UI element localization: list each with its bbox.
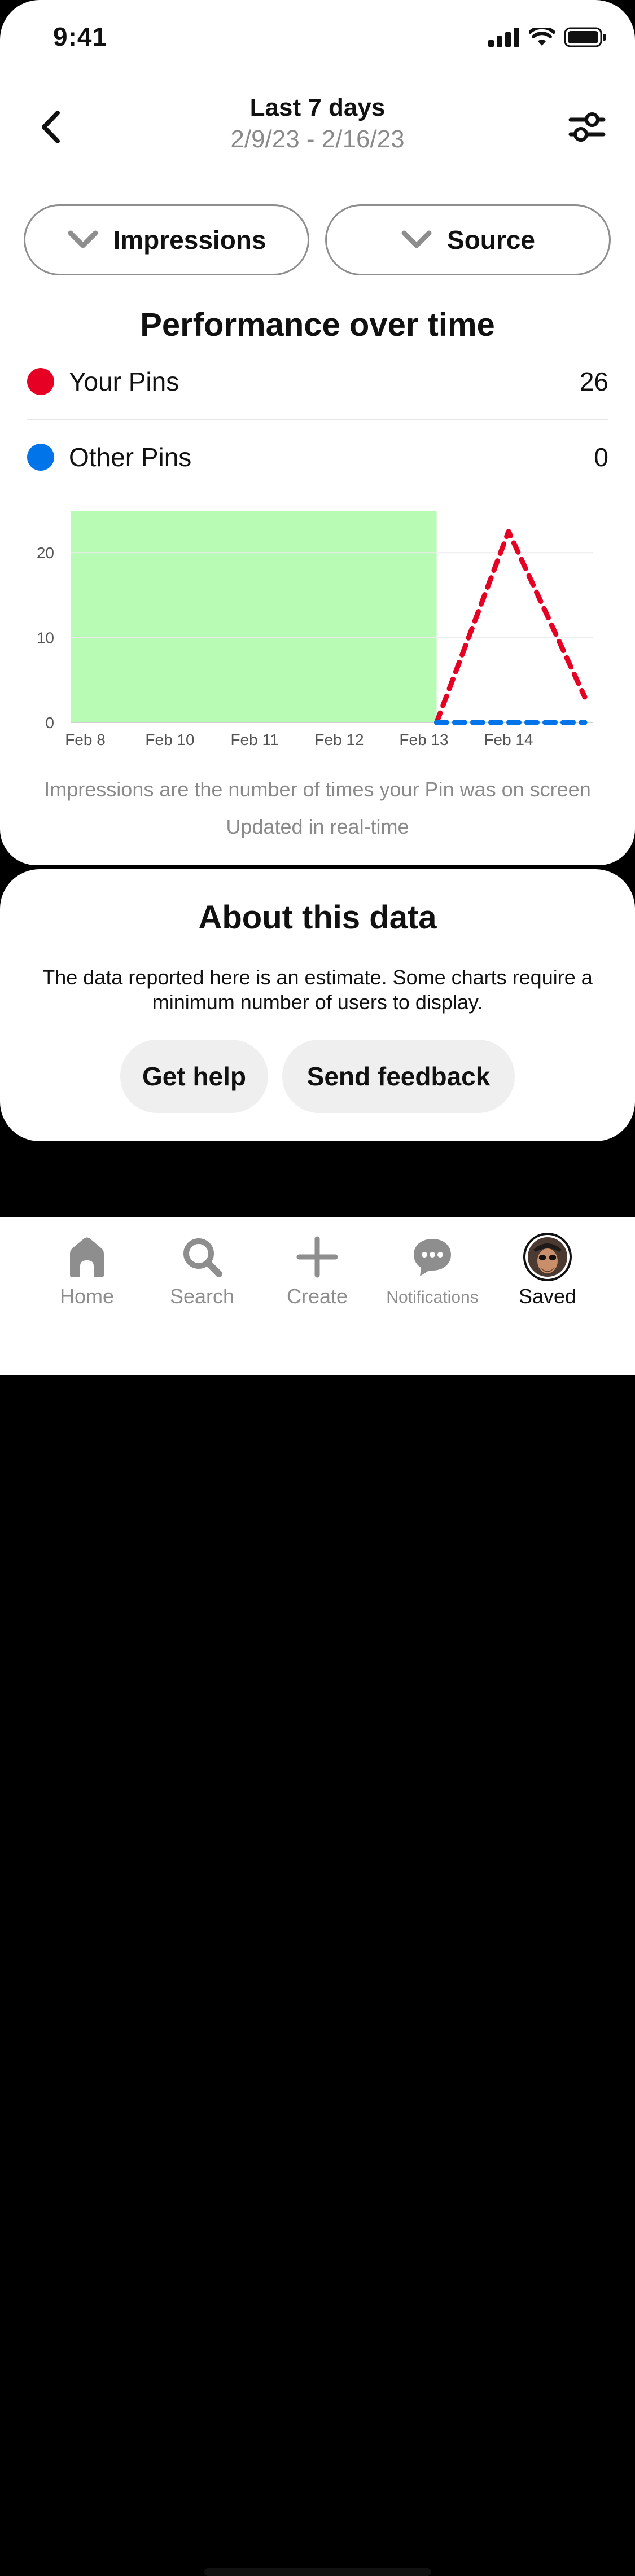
- get-help-button[interactable]: Get help: [120, 1040, 268, 1113]
- analytics-screen: 9:41 Last 7 days 2/9/23 - 2/16/23 Impres…: [0, 0, 635, 865]
- legend-dot-other-pins: [27, 444, 54, 471]
- legend-value-your-pins: 26: [579, 367, 608, 396]
- battery-icon: [564, 27, 606, 47]
- x-tick-label: Feb 8: [65, 731, 106, 748]
- performance-title: Performance over time: [140, 306, 495, 343]
- source-label: Source: [447, 225, 535, 255]
- tab-home[interactable]: Home: [30, 1232, 143, 1308]
- x-tick-label: Feb 13: [399, 731, 448, 748]
- x-tick-label: Feb 11: [230, 731, 278, 748]
- legend-your-pins: Your Pins 26: [27, 359, 608, 404]
- status-bar: 9:41: [0, 0, 635, 79]
- cellular-signal-icon: [488, 28, 519, 47]
- highlight-region: [71, 511, 437, 722]
- sliders-icon: [568, 112, 606, 142]
- chevron-down-icon: [401, 230, 432, 248]
- tab-search-label: Search: [169, 1285, 235, 1308]
- legend-dot-your-pins: [27, 368, 54, 395]
- send-feedback-button[interactable]: Send feedback: [282, 1040, 515, 1113]
- search-icon: [183, 1238, 222, 1277]
- about-card: About this data The data reported here i…: [0, 869, 635, 1141]
- tab-notifications-label: Notifications: [386, 1288, 479, 1307]
- legend-label-other-pins: Other Pins: [69, 443, 192, 472]
- y-tick-label: 10: [37, 629, 54, 647]
- filter-button[interactable]: [567, 107, 607, 147]
- avatar: [523, 1233, 572, 1281]
- home-icon: [70, 1237, 104, 1277]
- tab-search[interactable]: Search: [146, 1232, 259, 1308]
- about-title: About this data: [198, 899, 437, 936]
- title-wrap: Last 7 days 2/9/23 - 2/16/23: [0, 94, 635, 154]
- status-icons: [488, 27, 607, 47]
- about-body: The data reported here is an estimate. S…: [42, 966, 593, 1014]
- tab-create[interactable]: Create: [261, 1232, 374, 1308]
- chat-bubble-icon: [414, 1239, 451, 1276]
- source-dropdown[interactable]: Source: [325, 204, 611, 275]
- legend-label-your-pins: Your Pins: [69, 367, 179, 396]
- y-tick-label: 0: [45, 714, 54, 731]
- x-tick-label: Feb 14: [484, 731, 533, 748]
- tab-saved[interactable]: Saved: [491, 1232, 604, 1308]
- updated-note: Updated in real-time: [226, 815, 409, 838]
- header: Last 7 days 2/9/23 - 2/16/23: [0, 90, 635, 164]
- legend-divider: [27, 419, 608, 420]
- wifi-icon: [529, 28, 555, 46]
- impressions-dropdown[interactable]: Impressions: [24, 204, 309, 275]
- date-range: 2/9/23 - 2/16/23: [230, 125, 405, 153]
- status-time: 9:41: [53, 22, 108, 51]
- y-tick-label: 20: [37, 544, 54, 562]
- impressions-note: Impressions are the number of times your…: [44, 778, 591, 801]
- page-title: Last 7 days: [249, 94, 386, 121]
- series-line-your-pins: [434, 529, 588, 725]
- chevron-down-icon: [68, 230, 98, 248]
- performance-chart: 0 10 20 Feb 8 Feb 10 Feb 11 Feb 12 Feb 13 Feb 14: [37, 511, 593, 748]
- tab-notifications[interactable]: Notifications: [376, 1232, 489, 1307]
- tab-saved-label: Saved: [518, 1285, 577, 1308]
- x-tick-label: Feb 10: [145, 731, 194, 748]
- legend-other-pins: Other Pins 0: [27, 435, 608, 480]
- tab-create-label: Create: [286, 1285, 348, 1308]
- tab-home-label: Home: [59, 1285, 115, 1308]
- impressions-label: Impressions: [113, 225, 266, 255]
- plus-icon: [296, 1236, 338, 1278]
- legend-value-other-pins: 0: [594, 443, 608, 472]
- tab-bar: Home Search Create Notifications Saved: [0, 1217, 635, 2576]
- x-tick-label: Feb 12: [314, 731, 364, 748]
- home-indicator: [204, 2568, 431, 2576]
